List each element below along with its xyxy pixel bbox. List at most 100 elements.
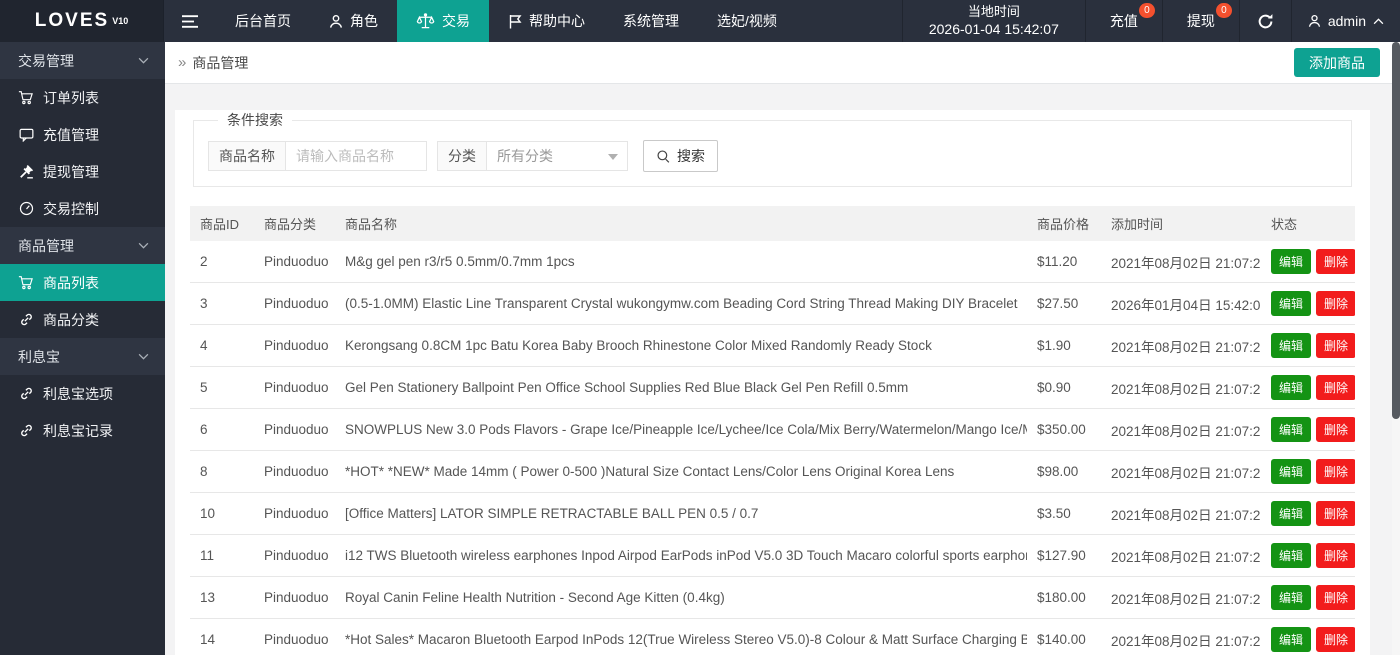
edit-button[interactable]: 编辑 bbox=[1271, 627, 1312, 652]
edit-button[interactable]: 编辑 bbox=[1271, 291, 1312, 316]
main-nav: 后台首页 角色 交易 帮助中心 系统管理 选妃/视频 bbox=[163, 0, 796, 42]
nav-item-video[interactable]: 选妃/视频 bbox=[698, 0, 796, 42]
search-button-label: 搜索 bbox=[677, 148, 705, 164]
sidebar-item-withdraw-management[interactable]: 提现管理 bbox=[0, 153, 165, 190]
nav-item-label: 选妃/视频 bbox=[717, 13, 777, 29]
edit-button[interactable]: 编辑 bbox=[1271, 543, 1312, 568]
link-icon bbox=[18, 423, 34, 438]
category-select[interactable]: 所有分类 bbox=[486, 141, 628, 171]
delete-button[interactable]: 删除 bbox=[1316, 417, 1355, 442]
table-header-cell: 商品ID bbox=[190, 206, 254, 241]
delete-button[interactable]: 删除 bbox=[1316, 459, 1355, 484]
table-row: 11 Pinduoduo i12 TWS Bluetooth wireless … bbox=[190, 534, 1355, 577]
app-logo-text: LOVES bbox=[34, 10, 110, 31]
search-row: 商品名称 分类 所有分类 搜索 bbox=[208, 140, 1337, 172]
sidebar-group-product-management[interactable]: 商品管理 bbox=[0, 227, 165, 264]
cell-product-category: Pinduoduo bbox=[254, 534, 335, 577]
chevron-down-icon bbox=[138, 242, 149, 249]
cell-product-price: $127.90 bbox=[1027, 534, 1101, 577]
search-panel-legend: 条件搜索 bbox=[227, 112, 283, 128]
edit-button[interactable]: 编辑 bbox=[1271, 585, 1312, 610]
gavel-icon bbox=[18, 164, 34, 179]
nav-item-dashboard[interactable]: 后台首页 bbox=[216, 0, 310, 42]
cart-icon bbox=[18, 275, 34, 290]
cell-product-name: (0.5-1.0MM) Elastic Line Transparent Cry… bbox=[335, 282, 1027, 325]
cell-added-time: 2021年08月02日 21:07:29 bbox=[1101, 450, 1261, 493]
delete-button[interactable]: 删除 bbox=[1316, 627, 1355, 652]
scrollbar-thumb[interactable] bbox=[1392, 42, 1400, 419]
withdraw-badge: 0 bbox=[1215, 3, 1232, 18]
sidebar-toggle-button[interactable] bbox=[164, 0, 216, 42]
sidebar-item-interest-records[interactable]: 利息宝记录 bbox=[0, 412, 165, 449]
sidebar-item-label: 利息宝选项 bbox=[43, 385, 113, 402]
link-icon bbox=[18, 312, 34, 327]
edit-button[interactable]: 编辑 bbox=[1271, 333, 1312, 358]
edit-button[interactable]: 编辑 bbox=[1271, 459, 1312, 484]
sidebar-item-recharge-management[interactable]: 充值管理 bbox=[0, 116, 165, 153]
sidebar-item-label: 利息宝记录 bbox=[43, 422, 113, 439]
table-header-cell: 商品分类 bbox=[254, 206, 335, 241]
add-product-button[interactable]: 添加商品 bbox=[1294, 48, 1380, 77]
nav-item-label: 系统管理 bbox=[623, 13, 679, 29]
withdraw-nav-button[interactable]: 提现 0 bbox=[1161, 0, 1239, 42]
edit-button[interactable]: 编辑 bbox=[1271, 249, 1312, 274]
cell-product-id: 10 bbox=[190, 492, 254, 535]
comment-icon bbox=[18, 128, 34, 142]
edit-button[interactable]: 编辑 bbox=[1271, 375, 1312, 400]
nav-item-roles[interactable]: 角色 bbox=[310, 0, 397, 42]
cart-icon bbox=[18, 90, 34, 105]
admin-menu[interactable]: admin bbox=[1290, 0, 1400, 42]
cell-status: 编辑 删除 bbox=[1261, 324, 1355, 367]
chevron-down-icon bbox=[138, 57, 149, 64]
recharge-nav-button[interactable]: 充值 0 bbox=[1084, 0, 1162, 42]
cell-product-category: Pinduoduo bbox=[254, 576, 335, 619]
cell-product-id: 3 bbox=[190, 282, 254, 325]
cell-product-id: 13 bbox=[190, 576, 254, 619]
cell-status: 编辑 删除 bbox=[1261, 534, 1355, 577]
sidebar-item-interest-options[interactable]: 利息宝选项 bbox=[0, 375, 165, 412]
nav-item-system[interactable]: 系统管理 bbox=[604, 0, 698, 42]
sidebar-group-trade-management[interactable]: 交易管理 bbox=[0, 42, 165, 79]
table-header-cell: 添加时间 bbox=[1101, 206, 1261, 241]
cell-product-id: 5 bbox=[190, 366, 254, 409]
cell-status: 编辑 删除 bbox=[1261, 408, 1355, 451]
sidebar-item-order-list[interactable]: 订单列表 bbox=[0, 79, 165, 116]
search-button[interactable]: 搜索 bbox=[643, 140, 718, 172]
nav-item-help-center[interactable]: 帮助中心 bbox=[489, 0, 604, 42]
delete-button[interactable]: 删除 bbox=[1316, 543, 1355, 568]
product-name-input[interactable] bbox=[285, 141, 427, 171]
category-selected-value: 所有分类 bbox=[497, 148, 553, 164]
sidebar-item-label: 订单列表 bbox=[43, 89, 99, 106]
delete-button[interactable]: 删除 bbox=[1316, 585, 1355, 610]
table-body: 2 Pinduoduo M&g gel pen r3/r5 0.5mm/0.7m… bbox=[190, 241, 1355, 655]
cell-product-category: Pinduoduo bbox=[254, 450, 335, 493]
cell-product-price: $350.00 bbox=[1027, 408, 1101, 451]
table-row: 13 Pinduoduo Royal Canin Feline Health N… bbox=[190, 576, 1355, 619]
delete-button[interactable]: 删除 bbox=[1316, 375, 1355, 400]
cell-added-time: 2021年08月02日 21:07:29 bbox=[1101, 534, 1261, 577]
refresh-button[interactable] bbox=[1238, 0, 1291, 42]
sidebar-item-product-category[interactable]: 商品分类 bbox=[0, 301, 165, 338]
table-header-cell: 商品名称 bbox=[335, 206, 1027, 241]
cell-product-price: $11.20 bbox=[1027, 241, 1101, 283]
delete-button[interactable]: 删除 bbox=[1316, 501, 1355, 526]
hamburger-icon bbox=[181, 14, 199, 29]
nav-item-trade[interactable]: 交易 bbox=[397, 0, 489, 42]
nav-item-label: 角色 bbox=[350, 13, 378, 29]
edit-button[interactable]: 编辑 bbox=[1271, 501, 1312, 526]
cell-product-name: i12 TWS Bluetooth wireless earphones Inp… bbox=[335, 534, 1027, 577]
delete-button[interactable]: 删除 bbox=[1316, 291, 1355, 316]
sidebar-group-interest-treasure[interactable]: 利息宝 bbox=[0, 338, 165, 375]
sidebar-item-trade-control[interactable]: 交易控制 bbox=[0, 190, 165, 227]
chevron-up-icon bbox=[1373, 17, 1384, 25]
recharge-label: 充值 bbox=[1109, 13, 1138, 29]
sidebar-item-product-list[interactable]: 商品列表 bbox=[0, 264, 165, 301]
cell-product-price: $180.00 bbox=[1027, 576, 1101, 619]
delete-button[interactable]: 删除 bbox=[1316, 249, 1355, 274]
cell-product-id: 11 bbox=[190, 534, 254, 577]
search-panel: 条件搜索 商品名称 分类 所有分类 bbox=[193, 110, 1352, 187]
edit-button[interactable]: 编辑 bbox=[1271, 417, 1312, 442]
delete-button[interactable]: 删除 bbox=[1316, 333, 1355, 358]
table-row: 6 Pinduoduo SNOWPLUS New 3.0 Pods Flavor… bbox=[190, 408, 1355, 451]
refresh-icon bbox=[1257, 13, 1274, 30]
